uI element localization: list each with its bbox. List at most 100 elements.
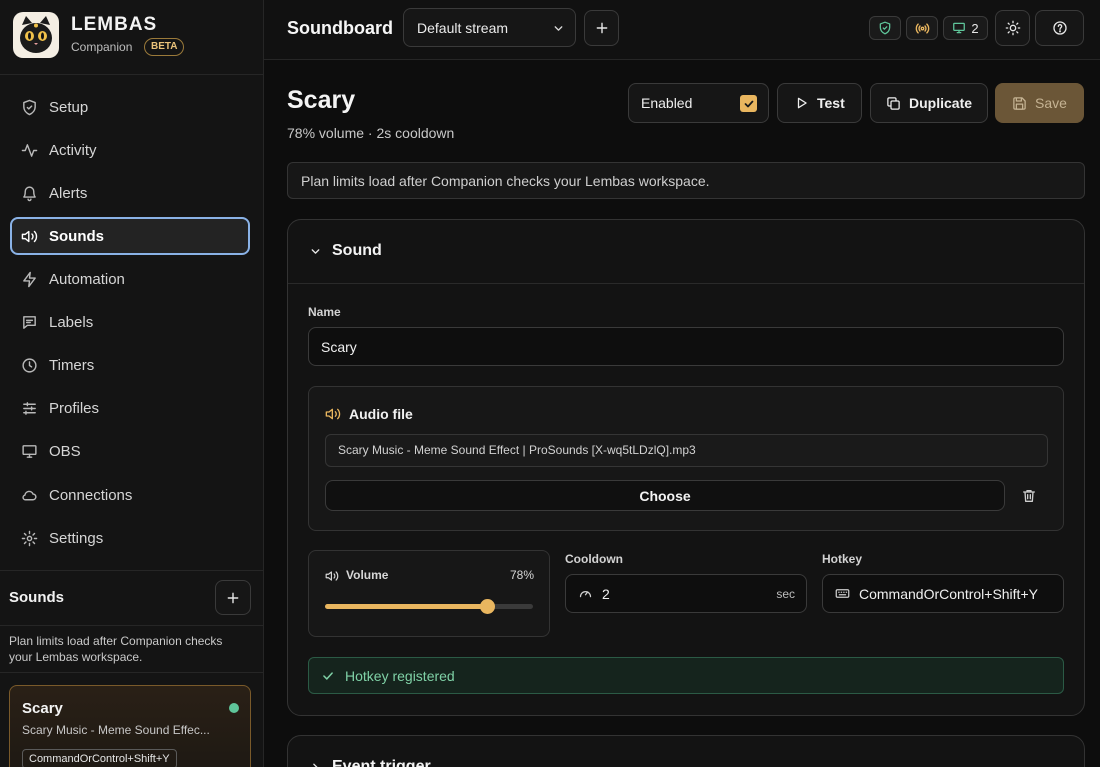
brand-name: LEMBAS xyxy=(71,14,158,35)
top-bar: Soundboard Default stream 2 xyxy=(264,0,1100,60)
cloud-icon xyxy=(21,487,38,504)
name-input[interactable]: Scary xyxy=(308,327,1064,366)
enabled-toggle[interactable]: Enabled xyxy=(628,83,769,123)
choose-label: Choose xyxy=(639,487,691,504)
broadcast-status-button[interactable] xyxy=(906,16,938,40)
monitors-status-button[interactable]: 2 xyxy=(943,16,988,40)
keyboard-icon xyxy=(835,586,850,601)
nav-item-connections[interactable]: Connections xyxy=(10,476,250,514)
duplicate-label: Duplicate xyxy=(909,95,973,111)
volume-slider[interactable] xyxy=(325,599,533,614)
bell-icon xyxy=(21,185,38,202)
nav-item-profiles[interactable]: Profiles xyxy=(10,389,250,427)
monitor-icon xyxy=(952,21,966,35)
sound-summary: 78% volume · 2s cooldown xyxy=(287,125,455,141)
help-button[interactable] xyxy=(1035,10,1084,46)
hotkey-status-banner: Hotkey registered xyxy=(308,657,1064,694)
speaker-icon xyxy=(325,569,339,583)
audio-file-title: Audio file xyxy=(349,406,413,422)
lightning-icon xyxy=(21,271,38,288)
nav-item-timers[interactable]: Timers xyxy=(10,346,250,384)
sidebar: LEMBAS Companion BETA Setup Activity Ale… xyxy=(0,0,264,767)
nav-item-sounds[interactable]: Sounds xyxy=(10,217,250,255)
nav-item-setup[interactable]: Setup xyxy=(10,88,250,126)
speaker-icon xyxy=(325,406,341,422)
chevron-down-icon xyxy=(309,245,322,258)
theme-toggle-button[interactable] xyxy=(995,10,1030,46)
plus-icon xyxy=(226,591,240,605)
gear-icon xyxy=(21,530,38,547)
duplicate-button[interactable]: Duplicate xyxy=(870,83,988,123)
trash-icon xyxy=(1021,488,1037,504)
nav-item-alerts[interactable]: Alerts xyxy=(10,174,250,212)
gauge-icon xyxy=(578,586,593,601)
nav-item-settings[interactable]: Settings xyxy=(10,519,250,557)
stream-select[interactable]: Default stream xyxy=(403,8,576,47)
save-icon xyxy=(1012,96,1027,111)
sidebar-sounds-title: Sounds xyxy=(9,589,64,606)
nav-item-automation[interactable]: Automation xyxy=(10,260,250,298)
monitor-count: 2 xyxy=(971,20,979,36)
hotkey-value: CommandOrControl+Shift+Y xyxy=(859,585,1038,602)
nav-label: Activity xyxy=(49,141,97,159)
check-icon xyxy=(321,669,335,683)
nav-label: Alerts xyxy=(49,184,88,202)
volume-value: 78% xyxy=(509,568,534,582)
nav-item-obs[interactable]: OBS xyxy=(10,432,250,470)
add-stream-button[interactable] xyxy=(584,10,619,46)
save-label: Save xyxy=(1035,95,1067,111)
nav-label: Connections xyxy=(49,486,133,504)
shield-check-icon xyxy=(21,99,38,116)
cooldown-input[interactable]: 2 sec xyxy=(565,574,807,613)
event-trigger-section[interactable]: Event trigger xyxy=(287,735,1085,767)
activity-icon xyxy=(21,142,38,159)
nav-item-activity[interactable]: Activity xyxy=(10,131,250,169)
help-icon xyxy=(1052,20,1068,36)
event-trigger-title: Event trigger xyxy=(332,758,431,767)
chevron-down-icon xyxy=(552,22,565,35)
nav-label: Sounds xyxy=(49,227,104,245)
sound-section-header[interactable]: Sound xyxy=(288,220,1084,284)
hotkey-label: Hotkey xyxy=(822,552,863,566)
speaker-icon xyxy=(21,228,38,245)
nav-label: Automation xyxy=(49,270,125,288)
play-icon xyxy=(795,96,809,110)
beta-badge: BETA xyxy=(144,38,185,56)
chevron-right-icon xyxy=(309,761,322,767)
sound-title: Scary xyxy=(287,86,356,114)
nav-label: OBS xyxy=(49,442,81,460)
cat-logo-icon xyxy=(13,12,59,58)
volume-panel: Volume 78% xyxy=(308,550,550,637)
nav-item-labels[interactable]: Labels xyxy=(10,303,250,341)
volume-slider-thumb[interactable] xyxy=(480,599,495,614)
sun-icon xyxy=(1005,20,1021,36)
plus-icon xyxy=(595,21,609,35)
label-icon xyxy=(21,314,38,331)
delete-file-button[interactable] xyxy=(1021,488,1037,504)
sound-card[interactable]: Scary Scary Music - Meme Sound Effec... … xyxy=(9,685,251,767)
enabled-checkbox[interactable] xyxy=(740,95,757,112)
choose-file-button[interactable]: Choose xyxy=(325,480,1005,511)
name-label: Name xyxy=(308,305,341,319)
audio-file-panel: Audio file Scary Music - Meme Sound Effe… xyxy=(308,386,1064,531)
cooldown-value: 2 xyxy=(602,585,610,602)
security-status-button[interactable] xyxy=(869,16,901,40)
hotkey-input[interactable]: CommandOrControl+Shift+Y xyxy=(822,574,1064,613)
save-button[interactable]: Save xyxy=(995,83,1084,123)
volume-slider-fill xyxy=(325,604,487,609)
test-button[interactable]: Test xyxy=(777,83,862,123)
sliders-icon xyxy=(21,400,38,417)
add-sound-button[interactable] xyxy=(215,580,251,615)
test-label: Test xyxy=(817,95,845,111)
sound-card-hotkey: CommandOrControl+Shift+Y xyxy=(22,749,177,767)
monitor-icon xyxy=(21,443,38,460)
sidebar-plan-note: Plan limits load after Companion checks … xyxy=(9,634,223,664)
audio-file-name: Scary Music - Meme Sound Effect | ProSou… xyxy=(325,434,1048,467)
status-dot xyxy=(229,703,239,713)
plan-limits-banner: Plan limits load after Companion checks … xyxy=(287,162,1085,199)
main-content: Scary 78% volume · 2s cooldown Enabled T… xyxy=(264,61,1100,767)
nav-label: Labels xyxy=(49,313,94,331)
broadcast-icon xyxy=(915,21,930,36)
sidebar-divider xyxy=(0,625,263,626)
cooldown-label: Cooldown xyxy=(565,552,623,566)
